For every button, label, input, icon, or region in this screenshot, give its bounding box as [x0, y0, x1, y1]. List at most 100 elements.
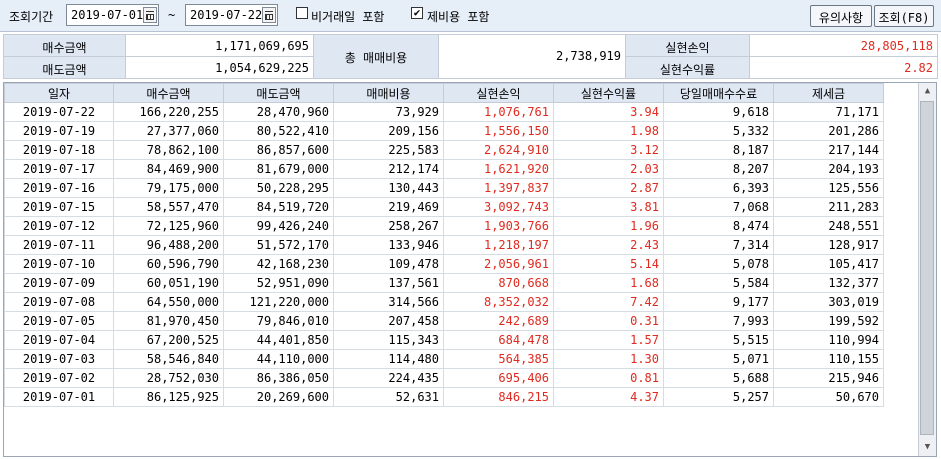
table-cell: 695,406: [443, 368, 554, 388]
column-header[interactable]: 매도금액: [223, 83, 334, 103]
table-row[interactable]: 2019-07-08 64,550,000 121,220,000 314,566 8,…: [4, 292, 884, 312]
column-header[interactable]: 당일매매수수료: [663, 83, 774, 103]
table-cell: 28,752,030: [113, 368, 224, 388]
table-cell: 64,550,000: [113, 292, 224, 312]
table-cell: 2.43: [553, 235, 664, 255]
date-separator: ~: [168, 8, 176, 22]
table-cell: 1.98: [553, 121, 664, 141]
table-cell: 78,862,100: [113, 140, 224, 160]
table-cell: 9,618: [663, 102, 774, 122]
date-from-input[interactable]: 2019-07-01: [66, 4, 159, 26]
table-row[interactable]: 2019-07-10 60,596,790 42,168,230 109,478 2,0…: [4, 254, 884, 274]
table-cell: 110,994: [773, 330, 884, 350]
column-header[interactable]: 실현손익: [443, 83, 554, 103]
buy-amount-label: 매수금액: [3, 34, 126, 57]
table-row[interactable]: 2019-07-12 72,125,960 99,426,240 258,267 1,9…: [4, 216, 884, 236]
table-row[interactable]: 2019-07-02 28,752,030 86,386,050 224,435 695…: [4, 368, 884, 388]
table-cell: 2019-07-17: [4, 159, 114, 179]
table-cell: 79,175,000: [113, 178, 224, 198]
table-row[interactable]: 2019-07-09 60,051,190 52,951,090 137,561 870…: [4, 273, 884, 293]
table-cell: 86,125,925: [113, 387, 224, 407]
table-cell: 42,168,230: [223, 254, 334, 274]
table-row[interactable]: 2019-07-19 27,377,060 80,522,410 209,156 1,5…: [4, 121, 884, 141]
table-cell: 28,470,960: [223, 102, 334, 122]
table-cell: 217,144: [773, 140, 884, 160]
table-cell: 5,688: [663, 368, 774, 388]
table-cell: 204,193: [773, 159, 884, 179]
nontrading-checkbox[interactable]: [296, 7, 308, 19]
table-cell: 51,572,170: [223, 235, 334, 255]
table-cell: 0.81: [553, 368, 664, 388]
cost-checkbox[interactable]: ✔: [411, 7, 423, 19]
table-cell: 1,397,837: [443, 178, 554, 198]
table-row[interactable]: 2019-07-03 58,546,840 44,110,000 114,480 564…: [4, 349, 884, 369]
table-row[interactable]: 2019-07-01 86,125,925 20,269,600 52,631 846,…: [4, 387, 884, 407]
vertical-scrollbar[interactable]: ▲ ▼: [918, 83, 936, 456]
table-cell: 215,946: [773, 368, 884, 388]
table-cell: 50,228,295: [223, 178, 334, 198]
table-cell: 2019-07-10: [4, 254, 114, 274]
table-cell: 71,171: [773, 102, 884, 122]
table-row[interactable]: 2019-07-04 67,200,525 44,401,850 115,343 684…: [4, 330, 884, 350]
table-row[interactable]: 2019-07-05 81,970,450 79,846,010 207,458 242…: [4, 311, 884, 331]
table-cell: 2019-07-15: [4, 197, 114, 217]
realized-rate-value: 2.82: [749, 56, 938, 79]
date-to-input[interactable]: 2019-07-22: [185, 4, 278, 26]
table-row[interactable]: 2019-07-16 79,175,000 50,228,295 130,443 1,3…: [4, 178, 884, 198]
table-row[interactable]: 2019-07-15 58,557,470 84,519,720 219,469 3,0…: [4, 197, 884, 217]
table-cell: 2019-07-19: [4, 121, 114, 141]
table-cell: 3.81: [553, 197, 664, 217]
period-label: 조회기간: [9, 10, 54, 24]
table-cell: 212,174: [333, 159, 444, 179]
column-header[interactable]: 매수금액: [113, 83, 224, 103]
table-cell: 3.12: [553, 140, 664, 160]
table-cell: 105,417: [773, 254, 884, 274]
table-row[interactable]: 2019-07-11 96,488,200 51,572,170 133,946 1,2…: [4, 235, 884, 255]
table-cell: 2019-07-22: [4, 102, 114, 122]
table-cell: 6,393: [663, 178, 774, 198]
calendar-icon[interactable]: [262, 7, 276, 23]
table-cell: 166,220,255: [113, 102, 224, 122]
table-cell: 2.87: [553, 178, 664, 198]
table-row[interactable]: 2019-07-18 78,862,100 86,857,600 225,583 2,6…: [4, 140, 884, 160]
scroll-down-icon[interactable]: ▼: [920, 440, 935, 455]
calendar-icon[interactable]: [143, 7, 157, 23]
total-cost-value: 2,738,919: [438, 34, 626, 79]
date-from-value: 2019-07-01: [71, 8, 144, 22]
table-cell: 1.96: [553, 216, 664, 236]
table-cell: 132,377: [773, 273, 884, 293]
table-cell: 846,215: [443, 387, 554, 407]
table-cell: 1,903,766: [443, 216, 554, 236]
table-cell: 5,257: [663, 387, 774, 407]
table-cell: 137,561: [333, 273, 444, 293]
notes-button[interactable]: 유의사항: [810, 5, 872, 27]
table-row[interactable]: 2019-07-17 84,469,900 81,679,000 212,174 1,6…: [4, 159, 884, 179]
scroll-thumb[interactable]: [920, 101, 934, 435]
table-cell: 2019-07-04: [4, 330, 114, 350]
table-cell: 128,917: [773, 235, 884, 255]
table-row[interactable]: 2019-07-22 166,220,255 28,470,960 73,929 1,0…: [4, 102, 884, 122]
table-cell: 1.57: [553, 330, 664, 350]
table-cell: 86,386,050: [223, 368, 334, 388]
query-button[interactable]: 조회(F8): [874, 5, 934, 27]
table-cell: 52,631: [333, 387, 444, 407]
table-cell: 8,352,032: [443, 292, 554, 312]
table-cell: 5,078: [663, 254, 774, 274]
table-cell: 20,269,600: [223, 387, 334, 407]
table-cell: 2019-07-02: [4, 368, 114, 388]
table-cell: 5.14: [553, 254, 664, 274]
scroll-up-icon[interactable]: ▲: [920, 84, 935, 99]
table-cell: 81,679,000: [223, 159, 334, 179]
realized-pnl-label: 실현손익: [625, 34, 750, 57]
table-cell: 2019-07-08: [4, 292, 114, 312]
table-cell: 3,092,743: [443, 197, 554, 217]
table-cell: 0.31: [553, 311, 664, 331]
daily-pnl-grid[interactable]: 일자 매수금액 매도금액 매매비용 실현손익 실현수익률 당일매매수수료 제세금 2019-0…: [3, 82, 937, 457]
column-header[interactable]: 제세금: [773, 83, 884, 103]
table-cell: 1,218,197: [443, 235, 554, 255]
column-header[interactable]: 일자: [4, 83, 114, 103]
table-cell: 564,385: [443, 349, 554, 369]
column-header[interactable]: 매매비용: [333, 83, 444, 103]
column-header[interactable]: 실현수익률: [553, 83, 664, 103]
table-cell: 58,546,840: [113, 349, 224, 369]
